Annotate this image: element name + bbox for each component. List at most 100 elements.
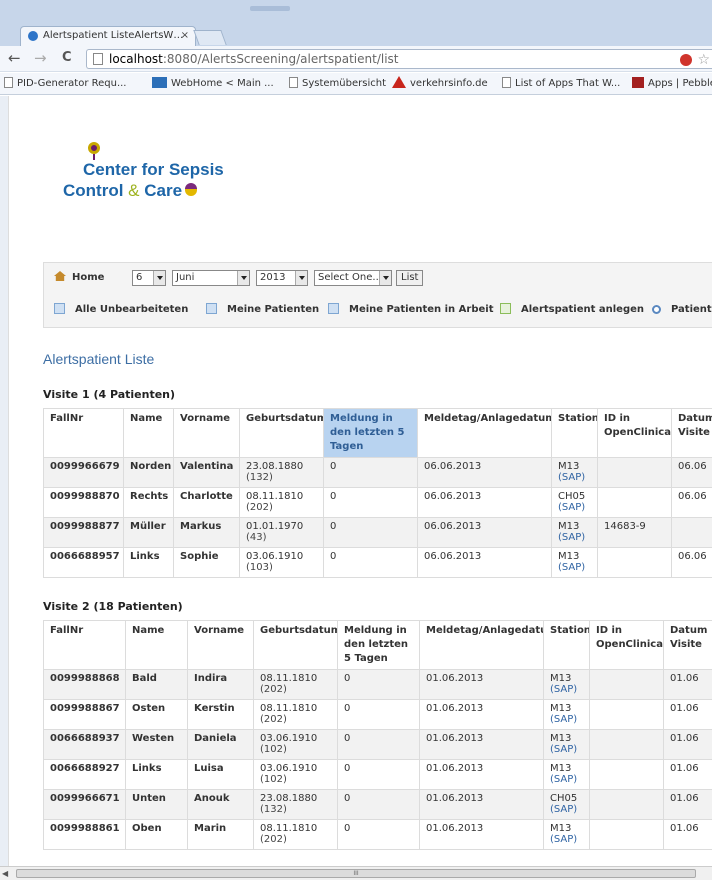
table-row[interactable]: 0066688937 Westen Daniela 03.06.1910 (102) 0 0… <box>43 729 712 760</box>
column-header[interactable]: FallNr <box>43 620 126 670</box>
bookmark-pebble[interactable]: Apps | Pebble <box>632 73 712 94</box>
month-select[interactable]: Juni <box>172 270 250 286</box>
bookmark-systemuebersicht[interactable]: Systemübersicht <box>289 73 386 94</box>
sap-link[interactable]: (SAP) <box>558 502 585 513</box>
column-header[interactable]: ID in OpenClinica <box>589 620 664 670</box>
cell-value: 01.06 <box>670 763 699 774</box>
sap-link[interactable]: (SAP) <box>550 714 577 725</box>
link-label: Patient su <box>671 304 712 315</box>
table-row[interactable]: 0099988877 Müller Markus 01.01.1970 (43) 0 06.… <box>43 517 712 548</box>
cell-value: 0099988877 <box>50 521 120 532</box>
adblock-icon[interactable] <box>680 54 692 66</box>
back-arrow-icon[interactable]: ← <box>8 49 21 67</box>
address-bar[interactable]: localhost:8080/AlertsScreening/alertspat… <box>86 49 712 69</box>
column-header[interactable]: Geburtsdatum <box>239 408 324 458</box>
alle-unbearbeiteten-link[interactable]: Alle Unbearbeiteten <box>54 302 188 318</box>
sap-link[interactable]: (SAP) <box>558 472 585 483</box>
cell-value: 01.06 <box>670 823 699 834</box>
bookmark-verkehrsinfo[interactable]: verkehrsinfo.de <box>392 73 488 94</box>
cell-value: 0066688937 <box>50 733 120 744</box>
reload-icon[interactable]: C <box>62 49 72 67</box>
column-header[interactable]: Vorname <box>173 408 240 458</box>
sap-link[interactable]: (SAP) <box>550 774 577 785</box>
bookmark-label: List of Apps That W... <box>515 78 621 89</box>
column-header[interactable]: Vorname <box>187 620 254 670</box>
column-header[interactable]: Meldetag/Anlagedatum <box>419 620 544 670</box>
cell-value: 0 <box>330 521 337 532</box>
column-header[interactable]: ID in OpenClinica <box>597 408 672 458</box>
table-row[interactable]: 0099988867 Osten Kerstin 08.11.1810 (202) 0 01… <box>43 699 712 730</box>
page-icon <box>4 77 13 88</box>
bookmark-pid-generator[interactable]: PID-Generator Requ... <box>4 73 127 94</box>
sap-link[interactable]: (SAP) <box>550 684 577 695</box>
cell-value: M13 <box>558 521 580 532</box>
alertspatient-anlegen-link[interactable]: Alertspatient anlegen <box>500 302 644 318</box>
column-header[interactable]: Geburtsdatum <box>253 620 338 670</box>
cell-value: Valentina <box>180 461 234 472</box>
cell-value: M13 <box>558 551 580 562</box>
table-row[interactable]: 0066688927 Links Luisa 03.06.1910 (102) 0 01.0… <box>43 759 712 790</box>
table-cell <box>597 547 672 578</box>
scrollbar-thumb[interactable]: III <box>16 869 696 878</box>
table-row[interactable]: 0099966671 Unten Anouk 23.08.1880 (132) 0 01.0… <box>43 789 712 820</box>
column-header[interactable]: Datum Visite <box>663 620 712 670</box>
tab-title: Alertspatient ListeAlertsW… <box>43 30 184 41</box>
home-link[interactable]: Home <box>54 269 104 287</box>
bookmark-list-of-apps[interactable]: List of Apps That W... <box>502 73 621 94</box>
cell-value: (132) <box>246 472 273 483</box>
column-header[interactable]: Meldung in den letzten 5 Tagen <box>337 620 420 670</box>
bookmark-star-icon[interactable]: ☆ <box>697 51 710 69</box>
bookmark-webhome[interactable]: WebHome < Main ... <box>152 73 274 94</box>
patient-suchen-link[interactable]: Patient su <box>652 302 712 318</box>
cell-value: M13 <box>550 673 572 684</box>
table-cell <box>589 669 664 700</box>
forward-arrow-icon[interactable]: → <box>34 49 47 67</box>
sap-link[interactable]: (SAP) <box>550 744 577 755</box>
year-value: 2013 <box>260 272 286 283</box>
cell-value: 0066688957 <box>50 551 120 562</box>
table-cell: 14683-9 <box>597 517 672 548</box>
cell-value: Anouk <box>194 793 230 804</box>
meine-patienten-link[interactable]: Meine Patienten <box>206 302 319 318</box>
column-header[interactable]: Meldetag/Anlagedatum <box>417 408 552 458</box>
scroll-left-arrow-icon[interactable]: ◀ <box>2 869 8 878</box>
browser-tab[interactable]: Alertspatient ListeAlertsW… × <box>20 26 196 46</box>
table-row[interactable]: 0066688957 Links Sophie 03.06.1910 (103) 0 06.… <box>43 547 712 578</box>
table-cell: M13 (SAP) <box>543 669 590 700</box>
table-row[interactable]: 0099988861 Oben Marin 08.11.1810 (202) 0 01.06… <box>43 819 712 850</box>
column-header[interactable]: Station <box>551 408 598 458</box>
day-select[interactable]: 6 <box>132 270 166 286</box>
cell-value: M13 <box>550 703 572 714</box>
year-select[interactable]: 2013 <box>256 270 308 286</box>
table-cell: 06.06.2013 <box>417 457 552 488</box>
tab-close-icon[interactable]: × <box>181 27 189 45</box>
link-label: Meine Patienten in Arbeit <box>349 304 494 315</box>
list-button[interactable]: List <box>396 270 424 286</box>
cell-value: Indira <box>194 673 228 684</box>
table-cell: 08.11.1810 (202) <box>253 669 338 700</box>
column-header[interactable]: FallNr <box>43 408 124 458</box>
column-header[interactable]: Name <box>123 408 174 458</box>
table-cell: 0066688957 <box>43 547 124 578</box>
station-select[interactable]: Select One... <box>314 270 392 286</box>
sap-link[interactable]: (SAP) <box>550 804 577 815</box>
sap-link[interactable]: (SAP) <box>558 532 585 543</box>
table-row[interactable]: 0099988870 Rechts Charlotte 08.11.1810 (202)… <box>43 487 712 518</box>
add-document-icon <box>500 303 511 314</box>
column-header[interactable]: Station <box>543 620 590 670</box>
table-row[interactable]: 0099988868 Bald Indira 08.11.1810 (202) 0 01.0… <box>43 669 712 700</box>
column-header[interactable]: Datum Visite <box>671 408 712 458</box>
cell-value: (43) <box>246 532 267 543</box>
sap-link[interactable]: (SAP) <box>550 834 577 845</box>
column-header[interactable]: Meldung in den letzten 5 Tagen <box>323 408 418 458</box>
sap-link[interactable]: (SAP) <box>558 562 585 573</box>
navigation-panel: Home 6 Juni 2013 Select One... List Alle… <box>43 262 712 328</box>
column-header[interactable]: Name <box>125 620 188 670</box>
table-cell: CH05 (SAP) <box>551 487 598 518</box>
cell-value: 01.01.1970 <box>246 521 304 532</box>
meine-patienten-in-arbeit-link[interactable]: Meine Patienten in Arbeit <box>328 302 493 318</box>
cell-value: CH05 <box>550 793 578 804</box>
table-row[interactable]: 0099966679 Norden Valentina 23.08.1880 (132)… <box>43 457 712 488</box>
new-tab-button[interactable] <box>193 30 227 45</box>
horizontal-scrollbar[interactable]: ◀ III <box>0 866 712 880</box>
